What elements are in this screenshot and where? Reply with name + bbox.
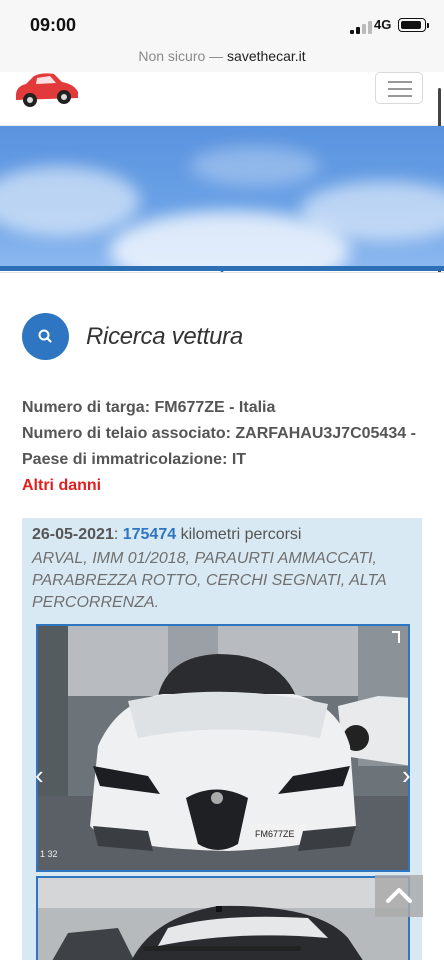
chevron-up-icon xyxy=(386,888,412,903)
other-damages-link[interactable]: Altri danni xyxy=(22,477,101,495)
status-time: 09:00 xyxy=(30,15,77,35)
vin-info: Numero di telaio associato: ZARFAHAU3J7C… xyxy=(22,425,416,442)
network-type: 4G xyxy=(374,17,392,32)
entry-header: 26-05-2021: 175474 kilometri percorsi xyxy=(32,526,301,544)
expand-icon[interactable] xyxy=(392,631,400,643)
battery-icon xyxy=(398,18,429,32)
entry-km-label: kilometri percorsi xyxy=(176,526,302,543)
svg-text:FM677ZE: FM677ZE xyxy=(255,829,295,839)
back-to-top-button[interactable] xyxy=(375,875,423,917)
search-icon xyxy=(38,329,52,343)
site-header xyxy=(0,72,444,126)
chevron-right-icon[interactable]: › xyxy=(402,760,411,791)
security-label: Non sicuro — xyxy=(138,48,224,64)
hero-banner xyxy=(0,126,444,270)
page: 09:00 4G Non sicuro — savethecar.it Rice… xyxy=(0,0,444,960)
signal-icon xyxy=(350,20,372,34)
address-bar[interactable]: Non sicuro — savethecar.it xyxy=(0,44,444,72)
country-info: Paese di immatricolazione: IT xyxy=(22,451,247,468)
page-title: Ricerca vettura xyxy=(86,323,243,350)
hamburger-icon xyxy=(388,81,412,83)
plate-info: Numero di targa: FM677ZE - Italia xyxy=(22,399,276,416)
entry-km: 175474 xyxy=(122,526,177,543)
car-photo[interactable]: FM677ZE xyxy=(36,624,410,872)
entry-description: ARVAL, IMM 01/2018, PARAURTI AMMACCATI, … xyxy=(32,550,387,611)
entry-date: 26-05-2021 xyxy=(32,526,114,543)
chevron-left-icon[interactable]: ‹ xyxy=(35,760,44,791)
photo-counter: 1 32 xyxy=(40,849,58,859)
status-bar: 09:00 4G xyxy=(0,0,444,44)
address-domain: savethecar.it xyxy=(227,48,306,64)
search-button[interactable] xyxy=(22,313,69,360)
home-indicator xyxy=(143,946,301,951)
hamburger-menu-button[interactable] xyxy=(375,72,423,104)
entry-separator: : xyxy=(113,526,123,543)
red-car-logo-icon[interactable] xyxy=(12,72,82,110)
